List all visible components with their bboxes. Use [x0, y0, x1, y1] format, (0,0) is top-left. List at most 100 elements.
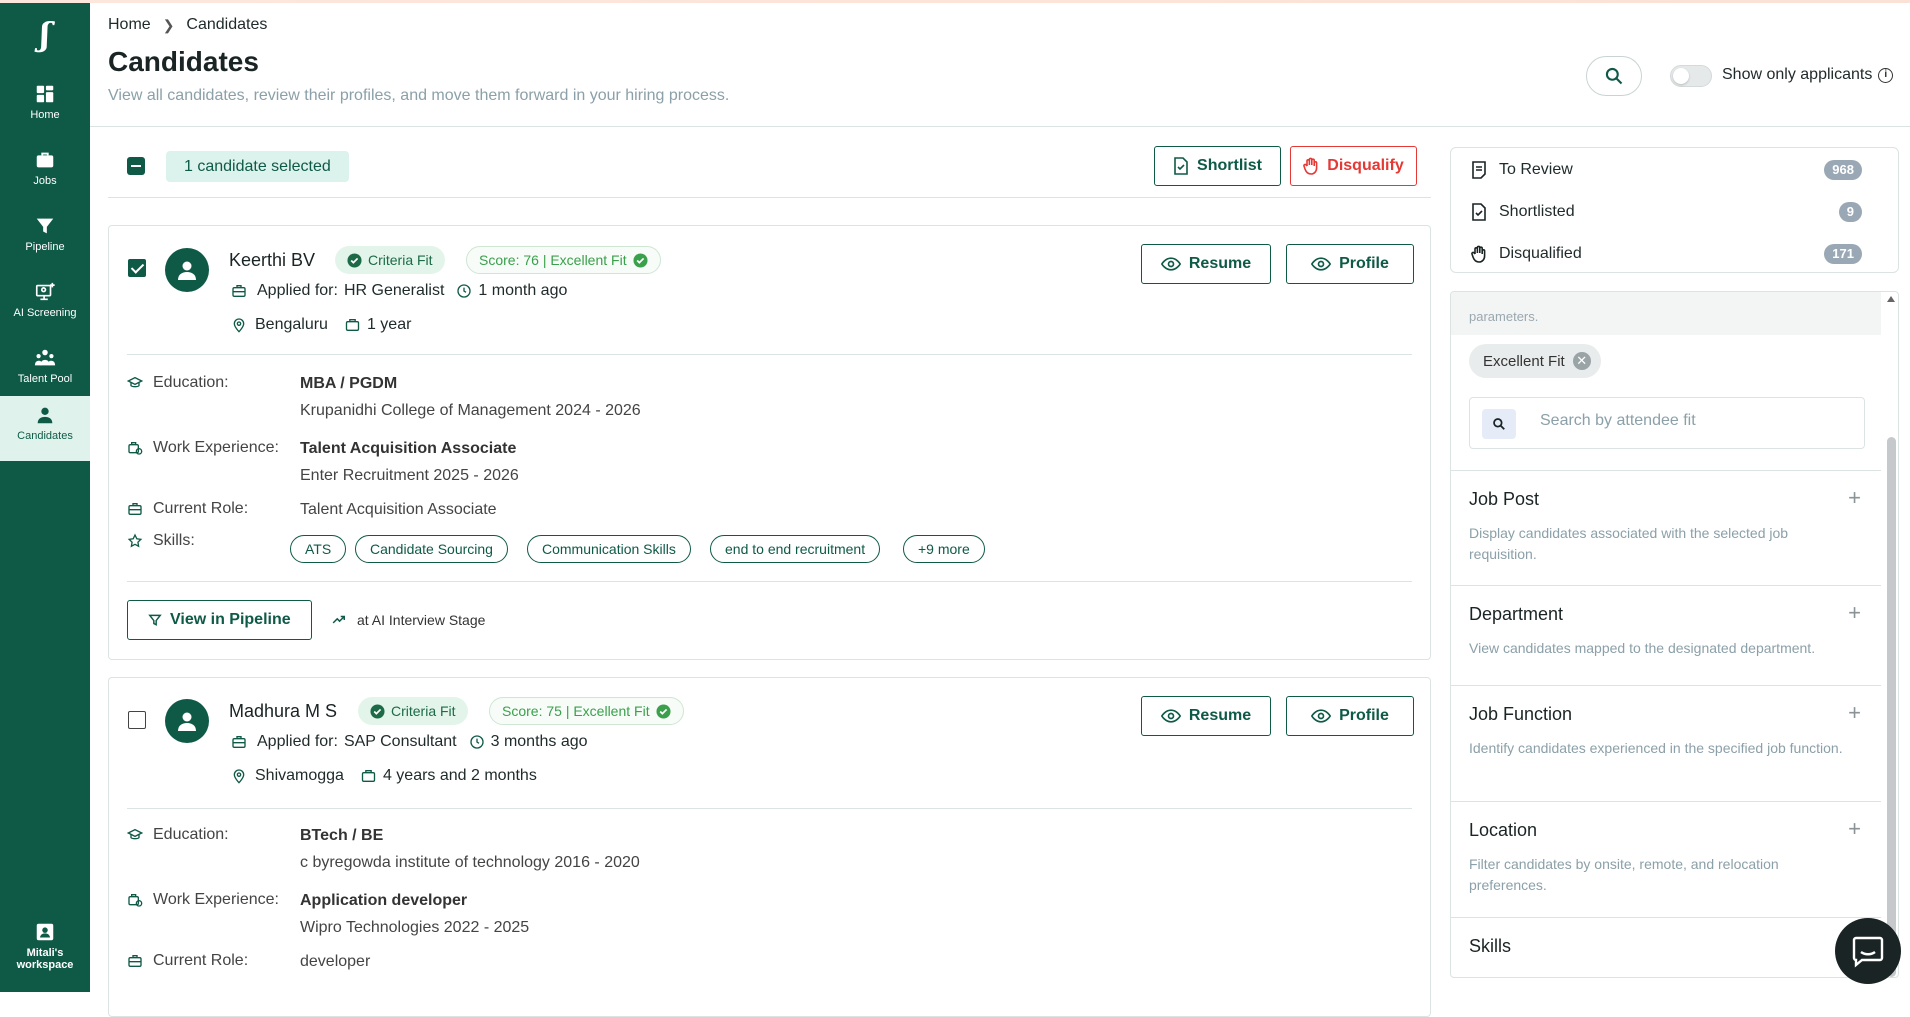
- check-circle-icon: [347, 252, 362, 268]
- sidebar-item-label: AI Screening: [13, 307, 77, 319]
- card-divider: [127, 354, 1412, 355]
- applied-time: 1 month ago: [478, 282, 568, 299]
- more-skills-tag[interactable]: +9 more: [903, 535, 985, 563]
- filter-section-department[interactable]: Department + View candidates mapped to t…: [1451, 585, 1881, 685]
- education-label: Education:: [153, 826, 229, 843]
- education-row: Education:: [127, 826, 229, 844]
- filter-section-job-function[interactable]: Job Function + Identify candidates exper…: [1451, 685, 1881, 801]
- status-disqualified[interactable]: Disqualified 171: [1471, 242, 1880, 266]
- filter-icon: [148, 614, 162, 626]
- filter-section-location[interactable]: Location + Filter candidates by onsite, …: [1451, 801, 1881, 917]
- view-in-pipeline-label: View in Pipeline: [170, 611, 291, 628]
- candidate-experience: 1 year: [366, 316, 412, 333]
- status-label: To Review: [1499, 161, 1573, 178]
- profile-button[interactable]: Profile: [1286, 244, 1414, 284]
- hand-stop-icon: [1471, 245, 1486, 263]
- scroll-up-arrow[interactable]: [1887, 296, 1895, 302]
- card-divider: [127, 808, 1412, 809]
- current-role-label: Current Role:: [153, 500, 249, 517]
- sidebar-item-candidates[interactable]: Candidates: [0, 396, 90, 461]
- filter-section-title: Department: [1469, 604, 1564, 624]
- filter-section-title: Job Post: [1469, 489, 1540, 509]
- status-label: Shortlisted: [1499, 203, 1575, 220]
- plus-icon[interactable]: +: [1848, 816, 1861, 842]
- search-button[interactable]: [1586, 56, 1642, 96]
- check-circle-icon: [656, 703, 671, 719]
- status-to-review[interactable]: To Review 968: [1471, 158, 1880, 182]
- candidate-card: Keerthi BV Criteria Fit Score: 76 | Exce…: [108, 225, 1431, 660]
- briefcase-icon: [232, 285, 246, 297]
- disqualify-button[interactable]: Disqualify: [1290, 146, 1417, 186]
- close-icon[interactable]: ✕: [1572, 352, 1591, 370]
- page-subtitle: View all candidates, review their profil…: [108, 87, 730, 104]
- status-shortlisted[interactable]: Shortlisted 9: [1471, 200, 1880, 224]
- criteria-fit-label: Criteria Fit: [368, 252, 433, 268]
- skills-label: Skills:: [153, 532, 195, 549]
- status-count: 171: [1824, 244, 1862, 264]
- filters-scrollbar[interactable]: [1884, 292, 1898, 977]
- sidebar-item-home[interactable]: Home: [0, 75, 90, 139]
- check-circle-icon: [370, 703, 385, 719]
- breadcrumb-home[interactable]: Home: [108, 16, 151, 34]
- resume-button[interactable]: Resume: [1141, 696, 1271, 736]
- chat-support-button[interactable]: [1835, 918, 1901, 984]
- chevron-right-icon: ❯: [162, 16, 175, 33]
- role-row: Current Role:: [127, 952, 248, 970]
- score-label: Score: 75 | Excellent Fit: [502, 703, 650, 719]
- filter-section-job-post[interactable]: Job Post + Display candidates associated…: [1451, 470, 1881, 585]
- profile-button[interactable]: Profile: [1286, 696, 1414, 736]
- filter-icon: [36, 218, 54, 234]
- candidate-checkbox[interactable]: [128, 711, 146, 729]
- filter-section-skills[interactable]: Skills: [1451, 917, 1881, 977]
- work-title: Application developer: [300, 892, 468, 909]
- info-icon[interactable]: i: [1878, 67, 1894, 83]
- sidebar-item-ai-screening[interactable]: AI Screening: [0, 273, 90, 337]
- plus-icon[interactable]: +: [1848, 485, 1861, 511]
- education-school: Krupanidhi College of Management 2024 - …: [300, 402, 641, 419]
- briefcase-icon: [128, 503, 142, 515]
- candidate-checkbox[interactable]: [128, 259, 146, 277]
- app-logo[interactable]: ʃ: [28, 17, 62, 51]
- eye-icon: [1160, 709, 1181, 723]
- selection-divider: [108, 197, 1431, 198]
- sidebar-item-talent-pool[interactable]: Talent Pool: [0, 339, 90, 403]
- star-icon: [127, 533, 143, 548]
- candidate-experience: 4 years and 2 months: [382, 767, 537, 784]
- status-count: 9: [1838, 202, 1862, 222]
- briefcase-clock-icon: [128, 442, 143, 455]
- sidebar: ʃ Home Jobs Pipeline AI Screening Talent…: [0, 3, 90, 992]
- workspace-switcher[interactable]: Mitali's workspace: [0, 913, 90, 985]
- select-all-checkbox[interactable]: [127, 157, 145, 175]
- education-degree: MBA / PGDM: [300, 375, 398, 392]
- shortlist-button[interactable]: Shortlist: [1154, 146, 1281, 186]
- grid-icon: [36, 85, 54, 103]
- candidate-name[interactable]: Keerthi BV: [229, 250, 315, 271]
- candidate-location: Bengaluru: [255, 316, 328, 333]
- applied-for: Applied for: SAP Consultant 3 months ago: [231, 733, 588, 751]
- current-role-label: Current Role:: [153, 952, 249, 969]
- sidebar-item-label: Pipeline: [25, 241, 65, 253]
- candidate-name[interactable]: Madhura M S: [229, 701, 337, 722]
- search-icon: [1605, 67, 1623, 85]
- plus-icon[interactable]: +: [1848, 700, 1861, 726]
- sidebar-item-label: Candidates: [17, 430, 73, 442]
- show-only-applicants-toggle[interactable]: [1670, 65, 1712, 87]
- person-icon: [178, 261, 196, 280]
- scroll-thumb[interactable]: [1887, 437, 1896, 977]
- work-company: Wipro Technologies 2022 - 2025: [300, 919, 530, 936]
- filter-section-desc: View candidates mapped to the designated…: [1469, 640, 1816, 656]
- doc-check-icon: [1472, 203, 1486, 221]
- folder-icon: [361, 770, 376, 782]
- filter-section-title: Skills: [1469, 936, 1512, 956]
- sidebar-item-jobs[interactable]: Jobs: [0, 141, 90, 205]
- plus-icon[interactable]: +: [1848, 600, 1861, 626]
- person-icon: [178, 712, 196, 731]
- view-in-pipeline-button[interactable]: View in Pipeline: [127, 600, 312, 640]
- role-row: Current Role:: [127, 500, 248, 518]
- briefcase-icon: [232, 736, 246, 748]
- sidebar-item-pipeline[interactable]: Pipeline: [0, 207, 90, 271]
- briefcase-icon: [36, 152, 54, 168]
- resume-button[interactable]: Resume: [1141, 244, 1271, 284]
- score-label: Score: 76 | Excellent Fit: [479, 252, 627, 268]
- fit-search-input[interactable]: [1540, 412, 1840, 430]
